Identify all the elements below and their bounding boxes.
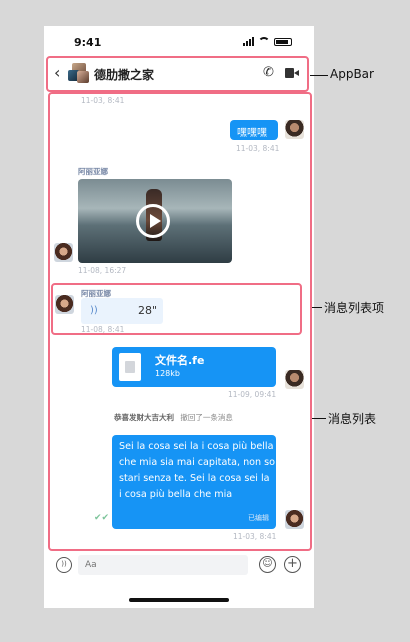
avatar[interactable] [54, 243, 73, 262]
phone-call-icon[interactable]: ✆ [263, 65, 274, 80]
video-call-icon[interactable] [285, 68, 299, 78]
chat-title: 德肋撒之家 [94, 68, 155, 82]
voice-duration: 28" [138, 304, 158, 317]
callout-list-item: 消息列表项 [324, 301, 385, 315]
avatar[interactable] [285, 120, 304, 139]
avatar[interactable] [285, 370, 304, 389]
self-text: 嘿嘿嘿 [237, 128, 267, 139]
avatar[interactable] [285, 510, 304, 529]
self-text-bubble[interactable]: 嘿嘿嘿 [230, 120, 278, 140]
notice-actor: 恭喜发财大吉大利 [114, 413, 174, 422]
voice-wave-icon: )) [90, 305, 98, 316]
sender-name: 阿丽亚娜 [78, 167, 108, 176]
message-list[interactable]: 11-03, 8:41 嘿嘿嘿 11-03, 8:41 阿丽亚娜 11-08, … [48, 92, 312, 551]
avatar[interactable] [55, 295, 74, 314]
message-list-item: 阿丽亚娜 )) 28" 11-08, 8:41 [51, 283, 302, 335]
timestamp: 11-08, 8:41 [81, 325, 125, 334]
long-text: Sei la cosa sei la i cosa più bella che … [119, 441, 276, 500]
wifi-icon [258, 37, 270, 46]
status-icons [243, 37, 292, 46]
signal-icon [243, 37, 254, 46]
play-icon[interactable] [136, 204, 170, 238]
group-avatar[interactable] [68, 63, 90, 85]
notice-text: 撤回了一条消息 [180, 413, 233, 422]
message-input[interactable] [78, 555, 248, 575]
battery-icon [274, 38, 292, 46]
input-bar: )) ☺ + [44, 550, 314, 582]
file-size: 128kb [155, 369, 180, 378]
callout-line [312, 418, 326, 419]
status-bar: 9:41 [44, 26, 314, 54]
timestamp: 11-09, 09:41 [228, 390, 277, 399]
phone-screen: 9:41 ‹ 德肋撒之家 ✆ 11-03, 8:41 嘿嘿嘿 11-03, 8:… [44, 26, 314, 608]
recall-notice: 恭喜发财大吉大利 撤回了一条消息 [114, 412, 233, 423]
edited-label: 已编辑 [248, 514, 269, 522]
app-bar: ‹ 德肋撒之家 ✆ [46, 56, 309, 92]
plus-icon[interactable]: + [284, 556, 301, 573]
callout-list: 消息列表 [328, 412, 377, 426]
back-icon[interactable]: ‹ [54, 64, 60, 82]
video-message[interactable] [78, 179, 232, 263]
file-message[interactable]: 文件名.fe 128kb [112, 347, 276, 387]
timestamp: 11-03, 8:41 [236, 144, 280, 153]
callout-appbar: AppBar [330, 67, 374, 81]
voice-message[interactable]: )) 28" [81, 298, 163, 324]
status-time: 9:41 [74, 36, 102, 49]
home-indicator[interactable] [129, 598, 229, 602]
long-text-bubble[interactable]: Sei la cosa sei la i cosa più bella che … [112, 435, 276, 529]
timestamp: 11-03, 8:41 [233, 532, 277, 541]
voice-input-icon[interactable]: )) [56, 557, 72, 573]
callout-line [312, 307, 322, 308]
document-icon [119, 353, 141, 381]
read-check-icon: ✔✔ [94, 513, 110, 523]
file-name: 文件名.fe [155, 354, 205, 367]
timestamp: 11-03, 8:41 [81, 96, 125, 105]
timestamp: 11-08, 16:27 [78, 266, 127, 275]
callout-line [310, 75, 328, 76]
emoji-icon[interactable]: ☺ [259, 556, 276, 573]
